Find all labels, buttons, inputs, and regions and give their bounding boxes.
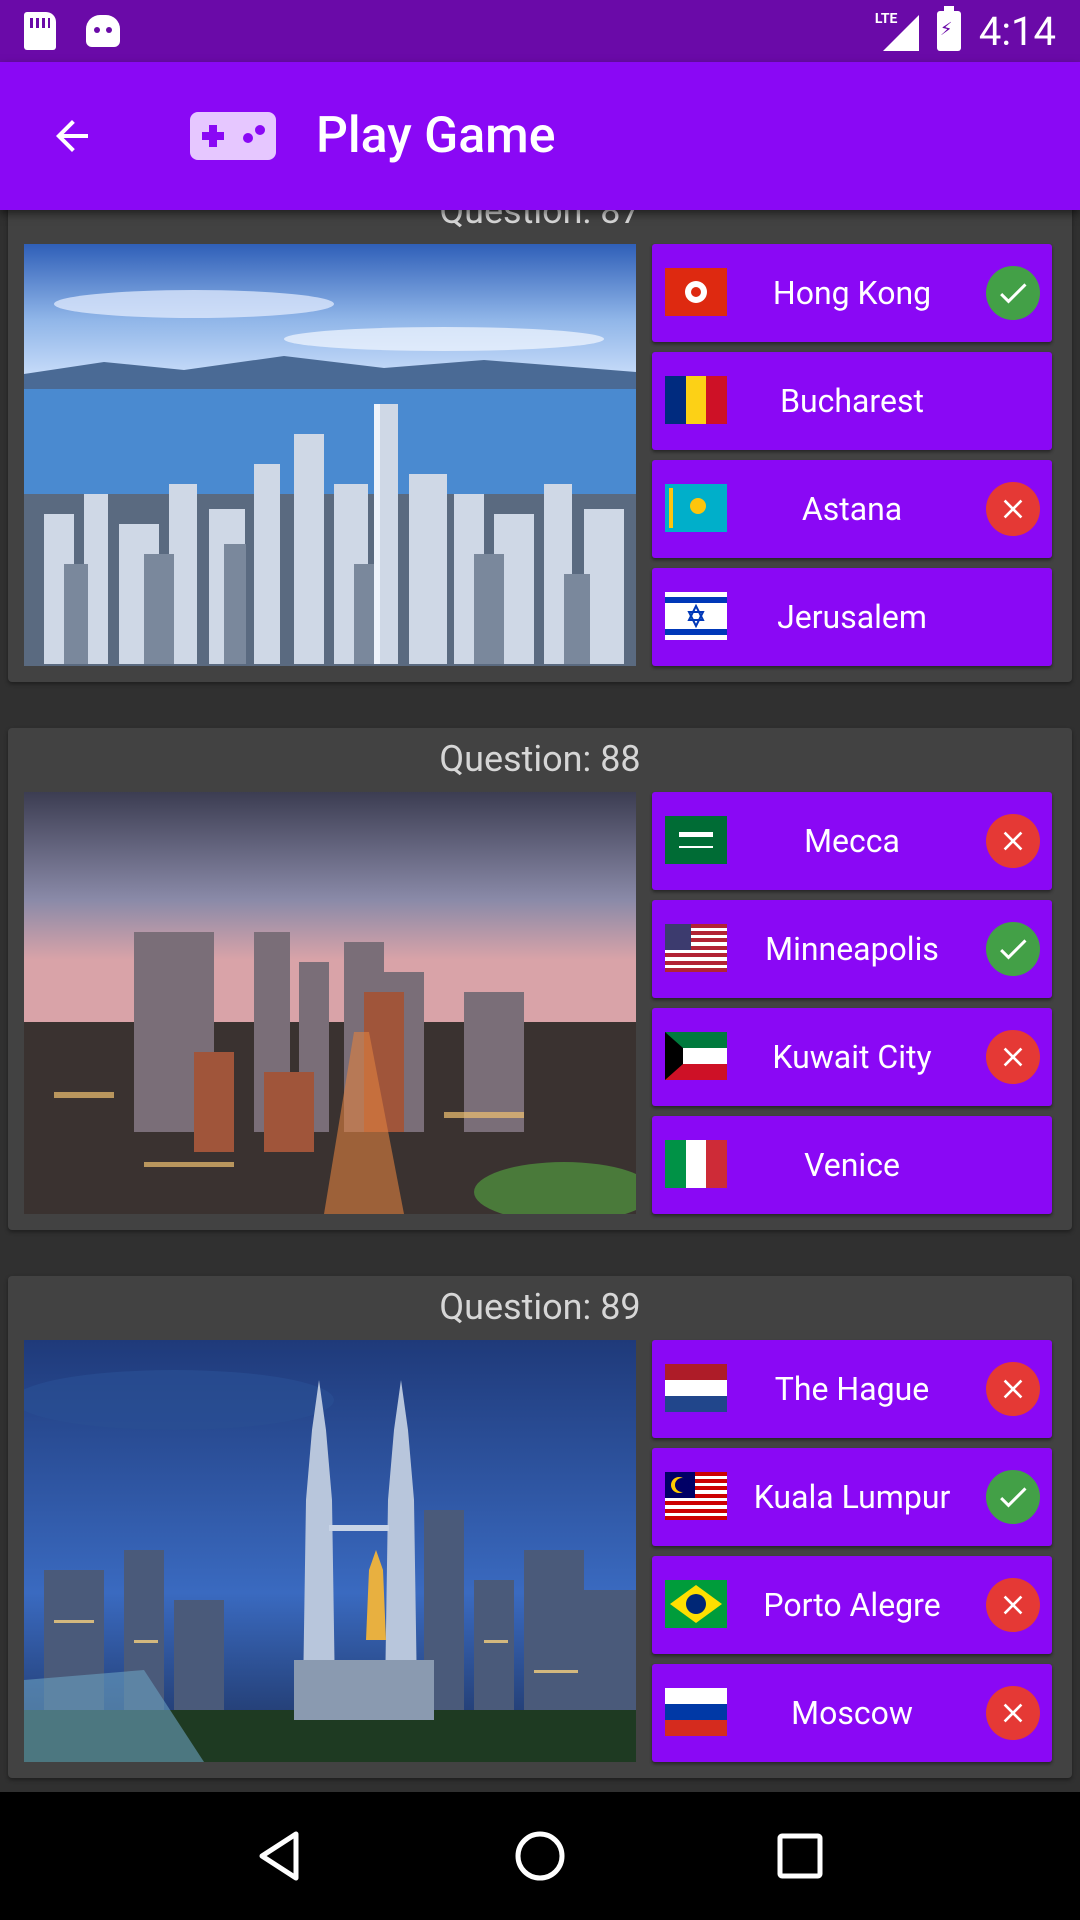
answer-button[interactable]: Porto Alegre [652, 1556, 1052, 1654]
answer-button[interactable]: Minneapolis [652, 900, 1052, 998]
city-photo [24, 792, 636, 1214]
answer-label: Hong Kong [772, 274, 932, 312]
saudi-arabia-flag [665, 816, 727, 864]
nav-back-button[interactable] [240, 1816, 320, 1896]
navigation-bar [0, 1792, 1080, 1920]
close-icon [986, 1578, 1040, 1632]
answer-button[interactable]: The Hague [652, 1340, 1052, 1438]
city-photo [24, 244, 636, 666]
square-recents-icon [777, 1833, 823, 1879]
answer-label: Porto Alegre [763, 1586, 941, 1624]
question-title: Question: 89 [439, 1286, 641, 1328]
kazakhstan-flag [665, 484, 727, 532]
close-icon [986, 1030, 1040, 1084]
answer-button[interactable]: Mecca [652, 792, 1052, 890]
answer-label: Minneapolis [765, 930, 939, 968]
sd-card-icon [24, 12, 56, 50]
answer-label: Moscow [791, 1694, 913, 1732]
answer-label: Mecca [804, 822, 900, 860]
answer-button[interactable]: Astana [652, 460, 1052, 558]
triangle-back-icon [259, 1831, 299, 1881]
status-time: 4:14 [978, 7, 1056, 55]
israel-flag [665, 592, 727, 640]
question-title: Question: 88 [439, 738, 641, 780]
question-list[interactable]: Question: 87 Hong Kong Bucharest Astana … [0, 210, 1080, 1792]
battery-charging-icon [936, 6, 961, 51]
question-card: Question: 87 Hong Kong Bucharest Astana … [8, 210, 1072, 682]
question-card: Question: 89 The Hague Kuala Lumpur Port… [8, 1276, 1072, 1778]
question-title: Question: 87 [439, 210, 641, 232]
check-icon [986, 266, 1040, 320]
answer-button[interactable]: Bucharest [652, 352, 1052, 450]
answer-button[interactable]: Hong Kong [652, 244, 1052, 342]
nav-recents-button[interactable] [760, 1816, 840, 1896]
page-title: Play Game [316, 107, 556, 165]
answer-label: Jerusalem [777, 598, 927, 636]
back-button[interactable] [12, 62, 132, 210]
android-debug-icon [86, 15, 120, 47]
answer-label: The Hague [774, 1370, 930, 1408]
close-icon [986, 1362, 1040, 1416]
answer-button[interactable]: Venice [652, 1116, 1052, 1214]
circle-home-icon [515, 1831, 565, 1881]
check-icon [986, 1470, 1040, 1524]
check-icon [986, 922, 1040, 976]
answer-label: Astana [801, 490, 903, 528]
city-photo [24, 1340, 636, 1762]
usa-flag [665, 924, 727, 972]
answer-label: Venice [804, 1146, 900, 1184]
answer-button[interactable]: Jerusalem [652, 568, 1052, 666]
russia-flag [665, 1688, 727, 1736]
answer-button[interactable]: Kuwait City [652, 1008, 1052, 1106]
answer-label: Kuala Lumpur [753, 1478, 951, 1516]
hong-kong-flag [665, 268, 727, 316]
italy-flag [665, 1140, 727, 1188]
app-bar: Play Game [0, 62, 1080, 210]
nav-home-button[interactable] [500, 1816, 580, 1896]
arrow-back-icon [56, 120, 88, 152]
gamepad-icon [190, 112, 276, 160]
close-icon [986, 482, 1040, 536]
question-card: Question: 88 Mecca Minneapolis Kuwait Ci… [8, 728, 1072, 1230]
brazil-flag [665, 1580, 727, 1628]
close-icon [986, 814, 1040, 868]
status-bar: LTE 4:14 [0, 0, 1080, 62]
close-icon [986, 1686, 1040, 1740]
netherlands-flag [665, 1364, 727, 1412]
romania-flag [665, 376, 727, 424]
kuwait-flag [665, 1032, 727, 1080]
answer-button[interactable]: Kuala Lumpur [652, 1448, 1052, 1546]
malaysia-flag [665, 1472, 727, 1520]
answer-label: Kuwait City [772, 1038, 932, 1076]
answer-label: Bucharest [780, 382, 924, 420]
answer-button[interactable]: Moscow [652, 1664, 1052, 1762]
lte-signal-icon: LTE [875, 11, 919, 51]
